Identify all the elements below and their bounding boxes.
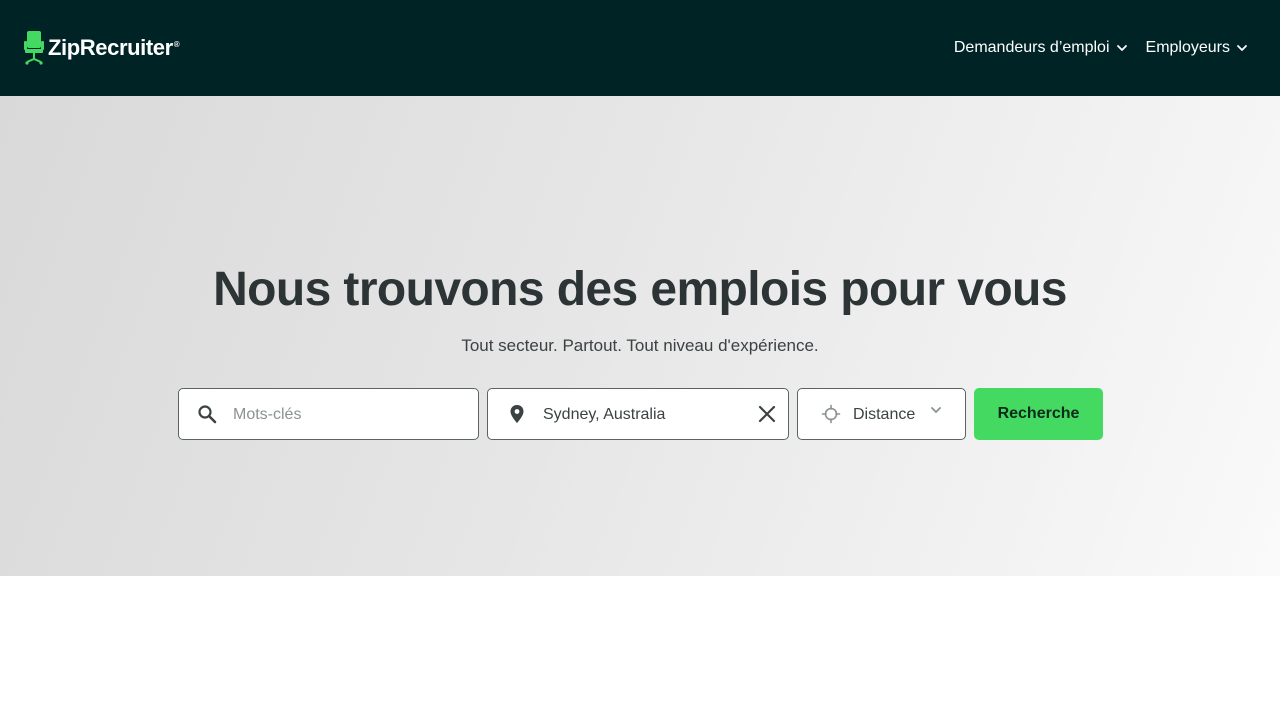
hero-subtitle: Tout secteur. Partout. Tout niveau d'exp…: [461, 336, 819, 355]
chevron-down-icon: [1237, 45, 1247, 51]
hero-section: Nous trouvons des emplois pour vous Tout…: [0, 96, 1280, 576]
main-nav: Demandeurs d’emploi Employeurs: [954, 39, 1248, 57]
chair-icon: [24, 31, 44, 65]
distance-label: Distance: [853, 406, 916, 423]
hero-title: Nous trouvons des emplois pour vous: [213, 263, 1067, 316]
clear-location-icon[interactable]: [757, 404, 777, 424]
nav-job-seekers[interactable]: Demandeurs d’emploi: [954, 39, 1128, 57]
registered-mark: ®: [173, 39, 180, 49]
logo-wordmark: ZipRecruiter®: [48, 35, 180, 60]
site-header: ZipRecruiter® Demandeurs d’emploi Employ…: [0, 0, 1280, 96]
location-field: [487, 388, 789, 440]
nav-employers-label: Employeurs: [1145, 39, 1230, 56]
location-input[interactable]: [543, 403, 743, 427]
nav-job-seekers-label: Demandeurs d’emploi: [953, 39, 1110, 56]
ziprecruiter-logo[interactable]: ZipRecruiter®: [24, 31, 180, 65]
nav-employers[interactable]: Employeurs: [1146, 39, 1248, 57]
chevron-down-icon: [931, 407, 941, 413]
keywords-field: [178, 388, 479, 440]
chevron-down-icon: [1116, 45, 1127, 51]
search-icon: [198, 405, 217, 424]
distance-dropdown[interactable]: Distance: [797, 388, 966, 440]
keywords-input[interactable]: [233, 403, 463, 427]
crosshair-icon: [821, 404, 841, 424]
search-button[interactable]: Recherche: [974, 388, 1103, 440]
map-pin-icon: [510, 405, 524, 423]
